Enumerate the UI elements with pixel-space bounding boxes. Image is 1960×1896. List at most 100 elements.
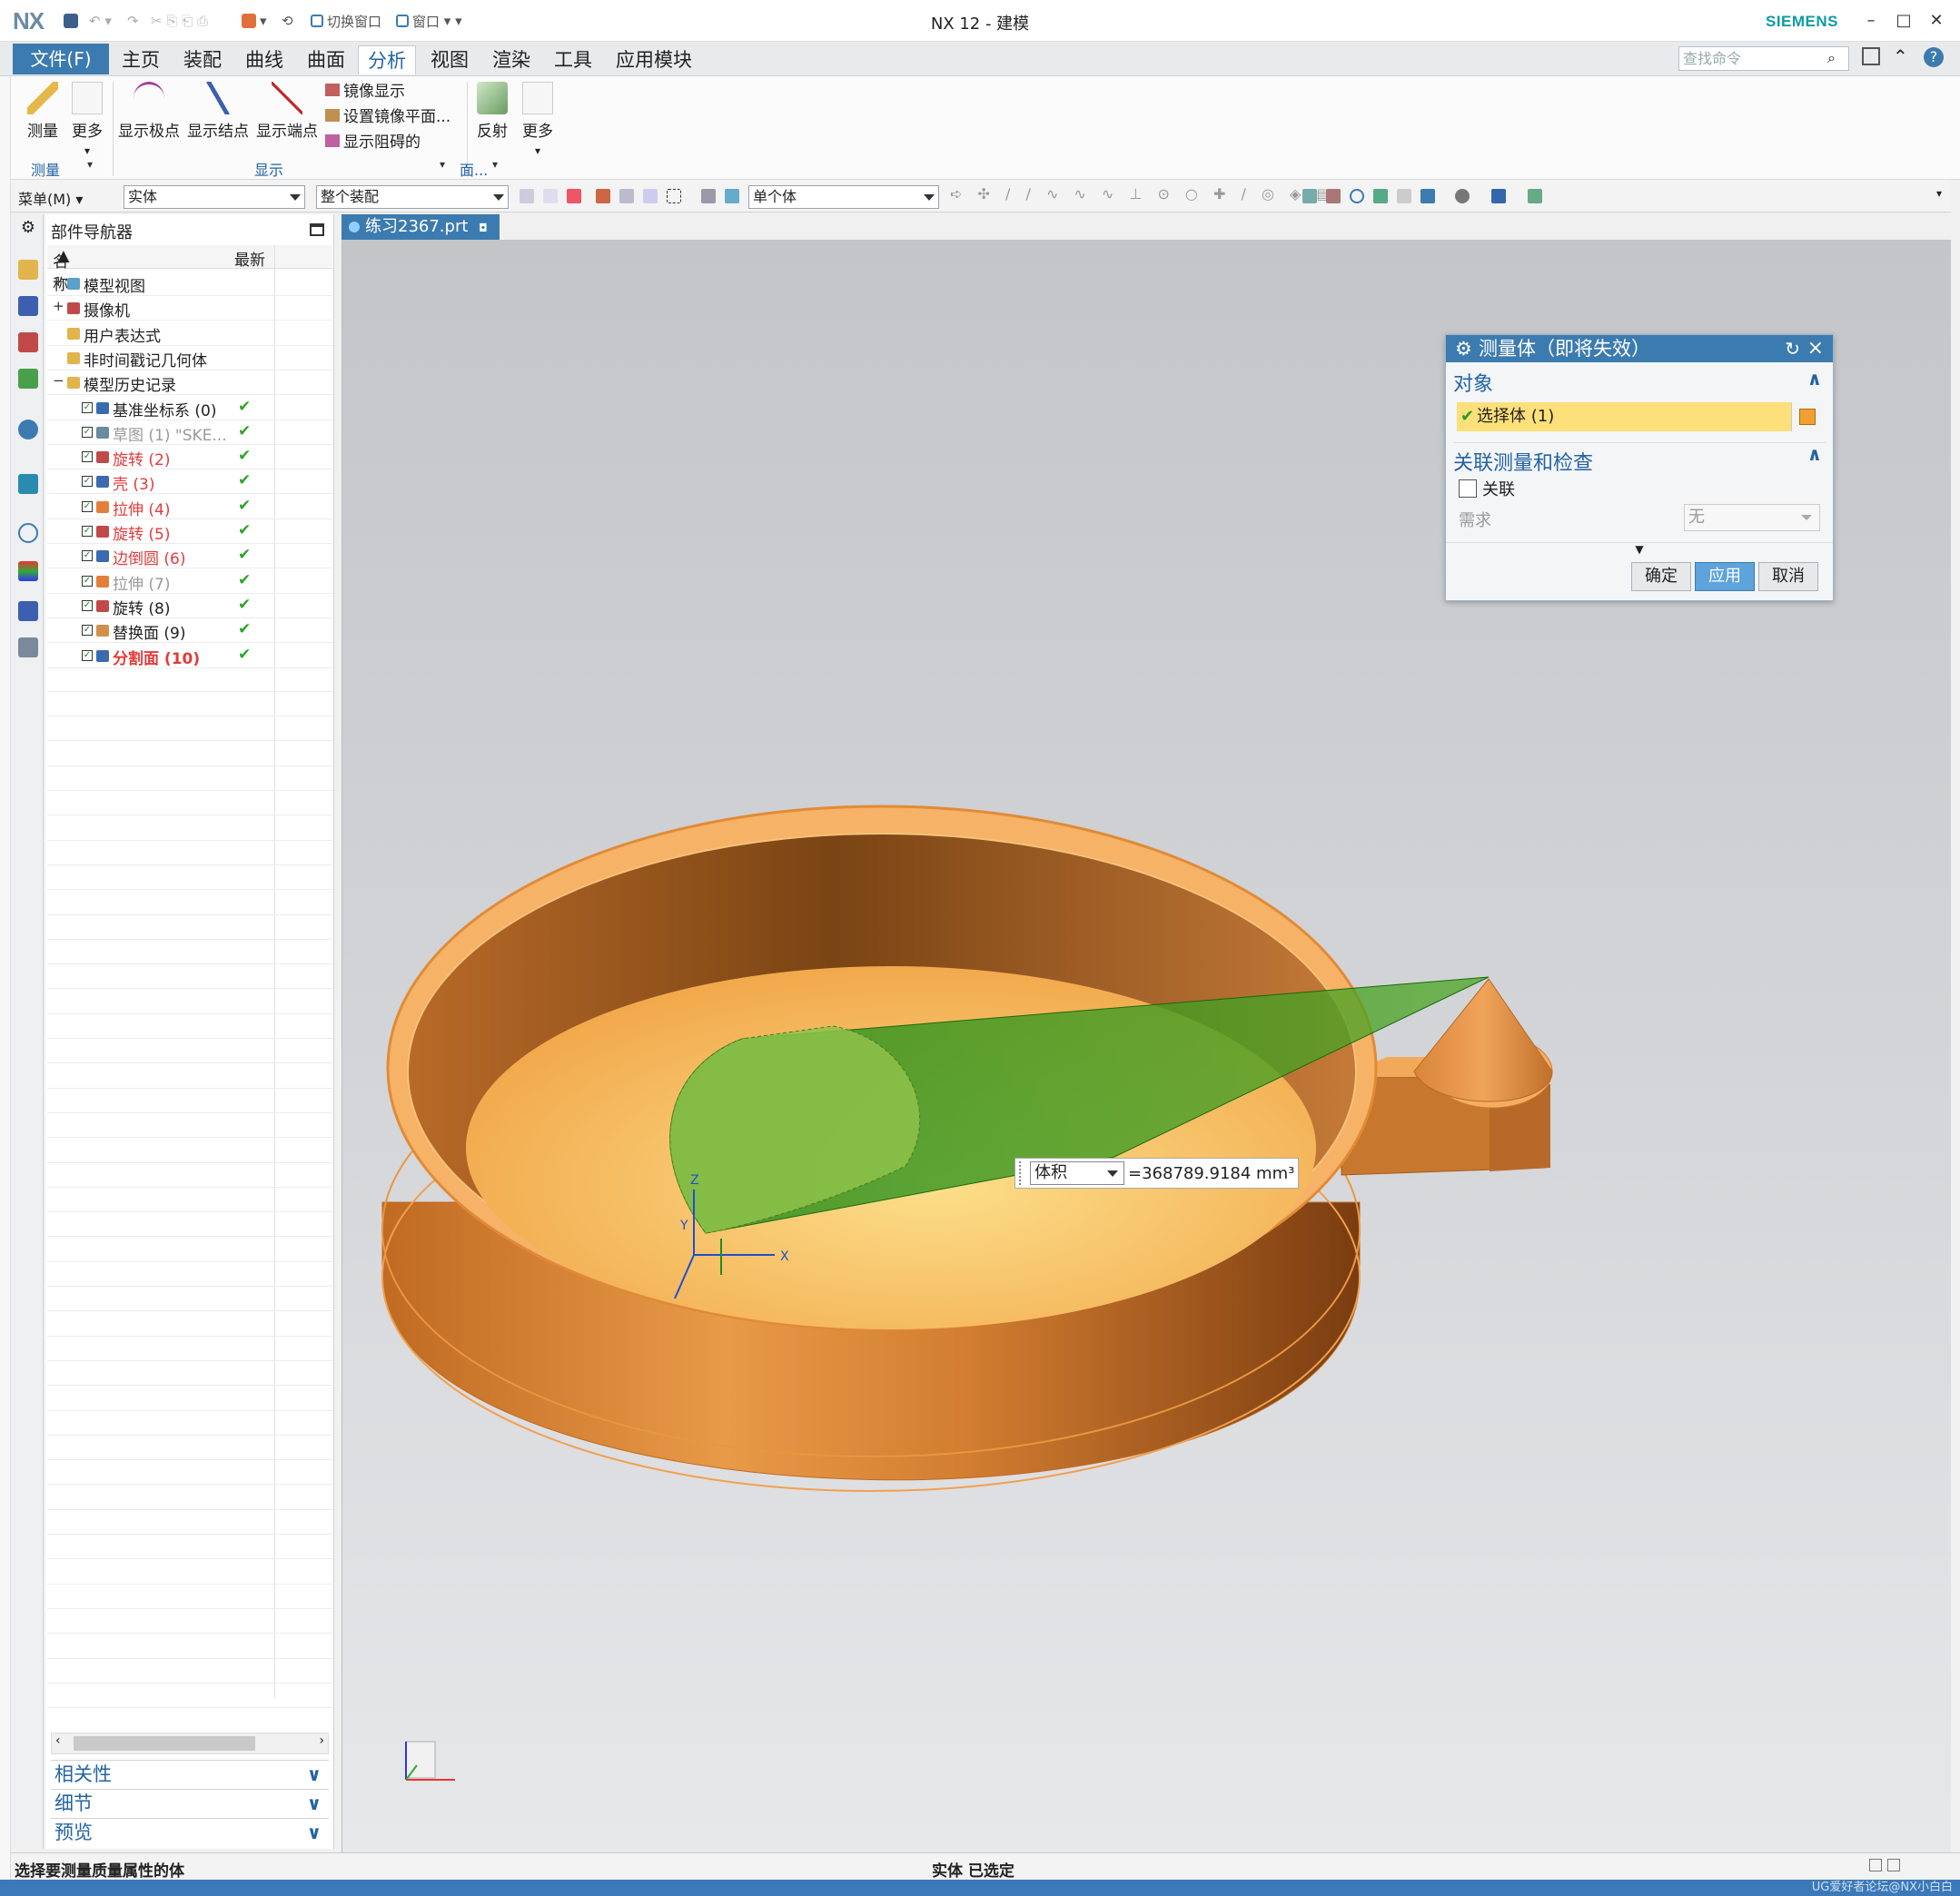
view-icon[interactable] bbox=[1421, 189, 1435, 203]
expand-icon[interactable]: + bbox=[53, 273, 64, 290]
window-menu-button[interactable]: 窗口 ▾ ▾ bbox=[396, 11, 462, 31]
tab-home[interactable]: 主页 bbox=[122, 45, 160, 74]
body-filter-combo[interactable]: 单个体 bbox=[748, 185, 939, 209]
file-menu-tab[interactable]: 文件(F) bbox=[13, 44, 109, 74]
tree-row[interactable]: + 摄像机 bbox=[47, 295, 332, 321]
filter-icon[interactable] bbox=[619, 189, 634, 203]
visibility-checkbox[interactable]: ✓ bbox=[82, 426, 93, 438]
dialog-title-bar[interactable]: ⚙ 测量体（即将失效） ↻ × bbox=[1446, 335, 1833, 362]
measure-type-dropdown[interactable]: 体积 bbox=[1030, 1161, 1124, 1185]
panel-details[interactable]: 细节 ∨ bbox=[51, 1789, 329, 1816]
filter-icon[interactable] bbox=[701, 189, 716, 203]
filter-icon[interactable] bbox=[543, 189, 558, 203]
tab-tools[interactable]: 工具 bbox=[554, 45, 592, 74]
visibility-checkbox[interactable]: ✓ bbox=[82, 526, 93, 537]
group-expand-icon[interactable]: ▾ bbox=[492, 158, 498, 171]
minimize-button[interactable]: – bbox=[1855, 7, 1887, 35]
filter-icon[interactable] bbox=[567, 189, 581, 203]
expand-more-icon[interactable]: ▼ bbox=[1446, 542, 1833, 558]
tree-row[interactable]: 用户表达式 bbox=[47, 321, 332, 346]
tab-surface[interactable]: 曲面 bbox=[307, 45, 345, 74]
tree-row[interactable]: ✓ 旋转 (2) ✔ bbox=[47, 444, 332, 470]
document-tab[interactable]: 练习2367.prt ◘ × bbox=[342, 214, 500, 262]
dialog-gear-icon[interactable]: ⚙ bbox=[1455, 335, 1472, 362]
section-assoc-header[interactable]: 关联测量和检查 ∧ bbox=[1453, 442, 1826, 476]
tree-row[interactable]: ✓ 拉伸 (7) ✔ bbox=[47, 568, 332, 594]
toolbar-overflow-icon[interactable]: ▾ bbox=[1936, 187, 1942, 200]
scrollbar-thumb[interactable] bbox=[74, 1736, 255, 1751]
tree-row[interactable]: 非时间戳记几何体 bbox=[47, 345, 332, 370]
scroll-left-icon[interactable]: ‹ bbox=[55, 1733, 61, 1748]
tree-row[interactable]: ✓ 旋转 (8) ✔ bbox=[47, 593, 332, 618]
status-icon[interactable] bbox=[1887, 1859, 1900, 1871]
visibility-checkbox[interactable]: ✓ bbox=[82, 575, 93, 587]
show-hide-icon[interactable] bbox=[1528, 189, 1542, 203]
group-expand-icon[interactable]: ▾ bbox=[440, 158, 445, 171]
visibility-checkbox[interactable]: ✓ bbox=[82, 550, 93, 562]
help-icon[interactable]: ? bbox=[1924, 47, 1944, 67]
measure-button[interactable]: 测量 bbox=[22, 82, 64, 141]
type-filter-combo[interactable]: 实体 bbox=[124, 185, 305, 209]
tab-applications[interactable]: 应用模块 bbox=[616, 45, 692, 74]
tree-row[interactable]: ✓ 壳 (3) ✔ bbox=[47, 469, 332, 495]
constraint-navigator-icon[interactable] bbox=[18, 296, 38, 316]
panel-dependencies[interactable]: 相关性 ∨ bbox=[51, 1760, 329, 1787]
visibility-checkbox[interactable]: ✓ bbox=[82, 599, 93, 611]
visibility-checkbox[interactable]: ✓ bbox=[82, 625, 93, 637]
filter-icon[interactable] bbox=[725, 189, 739, 203]
column-latest-header[interactable]: 最新 bbox=[234, 247, 265, 270]
collapse-icon[interactable]: − bbox=[53, 372, 64, 389]
status-icon[interactable] bbox=[1869, 1859, 1882, 1871]
show-obstruction-button[interactable]: 显示阻碍的 bbox=[325, 129, 421, 152]
tab-render[interactable]: 渲染 bbox=[492, 45, 530, 74]
tree-row[interactable]: + 模型视图 bbox=[47, 271, 332, 296]
tree-row[interactable]: ✓ 边倒圆 (6) ✔ bbox=[47, 543, 332, 569]
switch-window-button[interactable]: 切换窗口 bbox=[311, 11, 381, 31]
reset-icon[interactable]: ↻ bbox=[1785, 335, 1800, 362]
search-icon[interactable]: ⌕ bbox=[1827, 49, 1836, 67]
close-button[interactable]: ✕ bbox=[1920, 7, 1953, 35]
web-browser-icon[interactable] bbox=[18, 420, 38, 439]
dialog-close-icon[interactable]: × bbox=[1807, 335, 1824, 362]
mirror-display-button[interactable]: 镜像显示 bbox=[325, 78, 405, 101]
save-icon[interactable] bbox=[64, 11, 82, 31]
horizontal-scrollbar[interactable]: ‹ › bbox=[51, 1733, 329, 1754]
visibility-checkbox[interactable]: ✓ bbox=[82, 451, 93, 463]
filter-icon[interactable] bbox=[520, 189, 534, 203]
filter-icon[interactable] bbox=[643, 189, 658, 203]
repeat-command-icon[interactable]: ⟲ bbox=[282, 11, 293, 31]
maximize-panel-icon[interactable] bbox=[310, 223, 324, 236]
select-body-row[interactable]: ✔ 选择体 (1) bbox=[1457, 402, 1822, 431]
tab-curve[interactable]: 曲线 bbox=[245, 45, 283, 74]
touch-mode-icon[interactable]: ▾ bbox=[242, 11, 267, 31]
cancel-button[interactable]: 取消 bbox=[1758, 562, 1818, 591]
graphics-window[interactable]: Z X Y 体积 =368789.9184 mm³ ⚙ 测量体（即将失效） ↻ … bbox=[342, 240, 1951, 1852]
tree-row[interactable]: ✓ 分割面 (10) ✔ bbox=[47, 643, 332, 668]
view-orient-icon[interactable] bbox=[1491, 189, 1506, 203]
maximize-button[interactable]: □ bbox=[1887, 7, 1920, 35]
tree-row[interactable]: ✓ 替换面 (9) ✔ bbox=[47, 617, 332, 644]
rotate-icon[interactable] bbox=[1350, 189, 1364, 203]
palette-icon[interactable] bbox=[18, 561, 38, 581]
cube-icon[interactable] bbox=[1791, 402, 1822, 431]
tree-row[interactable]: ✓ 基准坐标系 (0) ✔ bbox=[47, 395, 332, 420]
tree-row[interactable]: − 模型历史记录 bbox=[47, 370, 332, 396]
clock-icon[interactable] bbox=[18, 523, 38, 543]
tree-row[interactable]: ✓ 草图 (1) "SKE... ✔ bbox=[47, 420, 332, 445]
settings-gear-icon[interactable]: ⚙ bbox=[18, 218, 38, 238]
group-expand-icon[interactable]: ▾ bbox=[87, 158, 93, 171]
face-more-button[interactable]: 更多 ▾ bbox=[518, 82, 558, 159]
show-poles-button[interactable]: 显示极点 bbox=[116, 82, 182, 141]
panel-preview[interactable]: 预览 ∨ bbox=[51, 1818, 329, 1845]
associative-checkbox[interactable]: 关联 bbox=[1459, 477, 1515, 500]
tab-analysis[interactable]: 分析 bbox=[358, 45, 416, 74]
view-icon[interactable] bbox=[1302, 189, 1317, 203]
set-mirror-plane-button[interactable]: 设置镜像平面... bbox=[325, 104, 450, 126]
pin-icon[interactable]: ◘ bbox=[479, 222, 488, 234]
scroll-right-icon[interactable]: › bbox=[319, 1733, 324, 1748]
drag-handle-icon[interactable] bbox=[1019, 1161, 1026, 1185]
visibility-checkbox[interactable]: ✓ bbox=[82, 476, 93, 488]
collapse-ribbon-icon[interactable]: ⌃ bbox=[1893, 45, 1908, 67]
undo-icon[interactable]: ↶ ▾ bbox=[89, 11, 112, 31]
visibility-checkbox[interactable]: ✓ bbox=[82, 649, 93, 661]
